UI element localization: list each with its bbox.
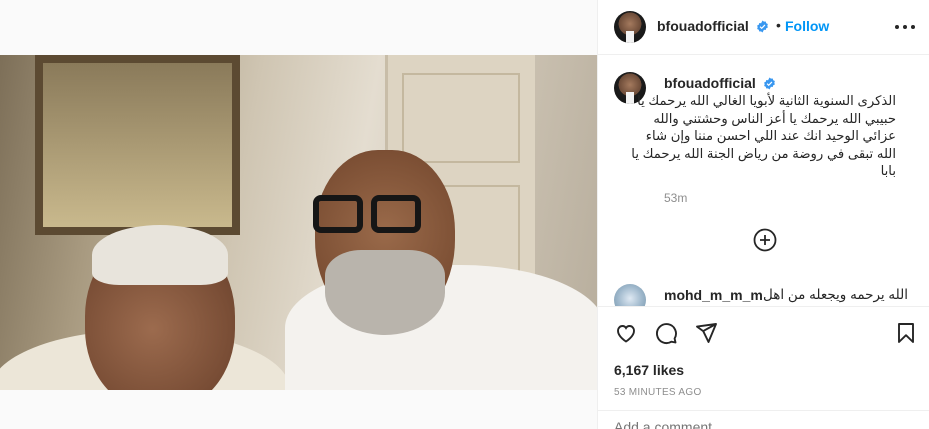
post-timestamp[interactable]: 53 MINUTES AGO: [614, 387, 702, 398]
more-options-icon[interactable]: [895, 19, 915, 35]
black-glasses: [313, 195, 423, 233]
grey-beard: [325, 250, 445, 335]
wall-picture-frame: [35, 55, 240, 235]
post-photo[interactable]: [0, 55, 597, 390]
post-header: bfouadofficial • Follow: [598, 0, 929, 55]
comment-icon[interactable]: [654, 321, 678, 345]
elderly-man-hair: [92, 225, 228, 285]
post-side-panel: bfouadofficial • Follow bfouadofficial ا…: [597, 0, 929, 429]
commenter-avatar[interactable]: [614, 284, 646, 306]
verified-badge-icon: [756, 20, 768, 33]
likes-count[interactable]: 6,167 likes: [614, 362, 684, 378]
load-more-comments-icon[interactable]: [753, 228, 777, 252]
heart-icon[interactable]: [614, 321, 638, 345]
caption-author-username[interactable]: bfouadofficial: [664, 75, 776, 91]
share-icon[interactable]: [694, 321, 718, 345]
verified-badge-icon: [763, 77, 775, 90]
comment-text: الله يرحمه ويجعله من اهل: [763, 287, 908, 302]
caption-text: الذكرى السنوية الثانية لأبويا الغالي الل…: [631, 93, 896, 178]
author-username[interactable]: bfouadofficial: [657, 18, 769, 34]
post-actions-bar: [598, 306, 929, 358]
author-avatar[interactable]: [614, 11, 646, 43]
follow-button[interactable]: Follow: [785, 18, 829, 34]
bookmark-icon[interactable]: [894, 321, 918, 345]
comments-section: bfouadofficial الذكرى السنوية الثانية لأ…: [598, 56, 929, 306]
add-comment-bar: [598, 410, 929, 429]
caption-timestamp[interactable]: 53m: [664, 191, 687, 205]
post-media-pane: [0, 0, 597, 429]
add-comment-input[interactable]: [614, 419, 854, 429]
header-separator: •: [776, 17, 781, 33]
